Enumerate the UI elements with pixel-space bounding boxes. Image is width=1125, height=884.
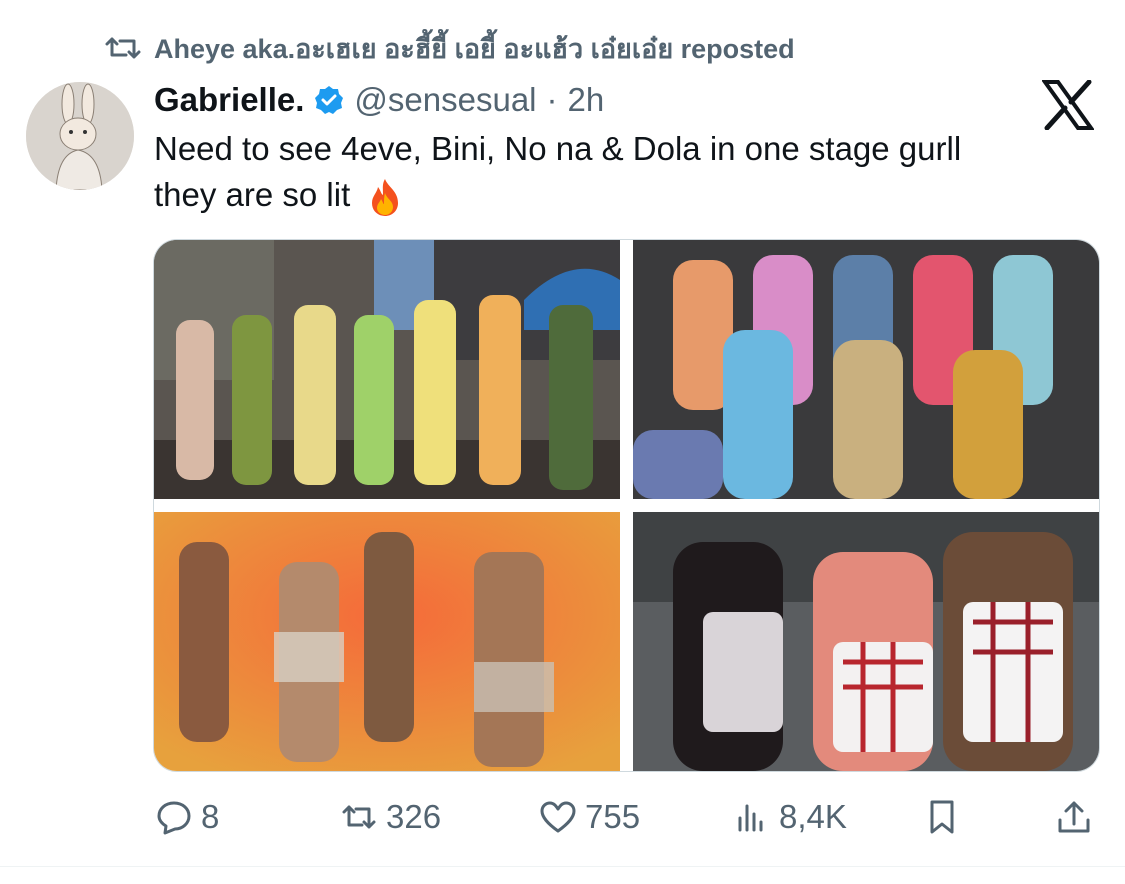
bookmark-button[interactable]	[923, 790, 961, 844]
photo-1[interactable]	[154, 240, 620, 499]
avatar-image	[26, 82, 134, 190]
views-button[interactable]: 8,4K	[733, 790, 847, 844]
reply-icon	[157, 801, 191, 835]
photo-4-image	[633, 512, 1099, 771]
photo-3[interactable]	[154, 512, 620, 771]
retweet-button[interactable]: 326	[340, 790, 441, 844]
photo-2-image	[633, 240, 1099, 499]
reply-button[interactable]: 8	[155, 790, 219, 844]
photo-3-image	[154, 512, 620, 771]
divider	[0, 866, 1125, 867]
repost-line[interactable]: Aheye aka.อะเฮเย อะฮี้ยี้ เอยี้ อะแฮ้ว เ…	[104, 28, 795, 68]
tweet-body: Need to see 4eve, Bini, No na & Dola in …	[154, 130, 962, 213]
retweet-icon	[342, 805, 376, 829]
tweet-actions: 8 326 755 8,4K	[155, 790, 1095, 844]
media-grid	[153, 239, 1100, 772]
author-handle[interactable]: @sensesual	[354, 81, 536, 119]
views-icon	[738, 804, 763, 832]
fire-emoji-icon	[372, 179, 399, 217]
tweet-header: Gabrielle. @sensesual · 2h	[154, 78, 604, 122]
like-button[interactable]: 755	[539, 790, 640, 844]
photo-1-image	[154, 240, 620, 499]
tweet-text: Need to see 4eve, Bini, No na & Dola in …	[154, 126, 1074, 218]
avatar[interactable]	[26, 82, 134, 190]
share-button[interactable]	[1055, 790, 1093, 844]
author-name[interactable]: Gabrielle.	[154, 81, 304, 119]
retweet-count: 326	[386, 798, 442, 835]
like-count: 755	[585, 798, 641, 835]
retweet-icon	[105, 37, 141, 59]
separator-dot: ·	[546, 81, 558, 118]
verified-badge-icon	[315, 86, 344, 114]
x-logo-icon	[1042, 80, 1094, 130]
views-count: 8,4K	[779, 798, 847, 835]
repost-text: Aheye aka.อะเฮเย อะฮี้ยี้ เอยี้ อะแฮ้ว เ…	[154, 33, 795, 64]
reply-count: 8	[201, 798, 220, 835]
tweet-timestamp[interactable]: 2h	[568, 81, 605, 119]
photo-4[interactable]	[633, 512, 1099, 771]
bookmark-icon	[930, 800, 954, 834]
heart-icon	[540, 801, 576, 833]
photo-2[interactable]	[633, 240, 1099, 499]
share-icon	[1058, 801, 1090, 833]
